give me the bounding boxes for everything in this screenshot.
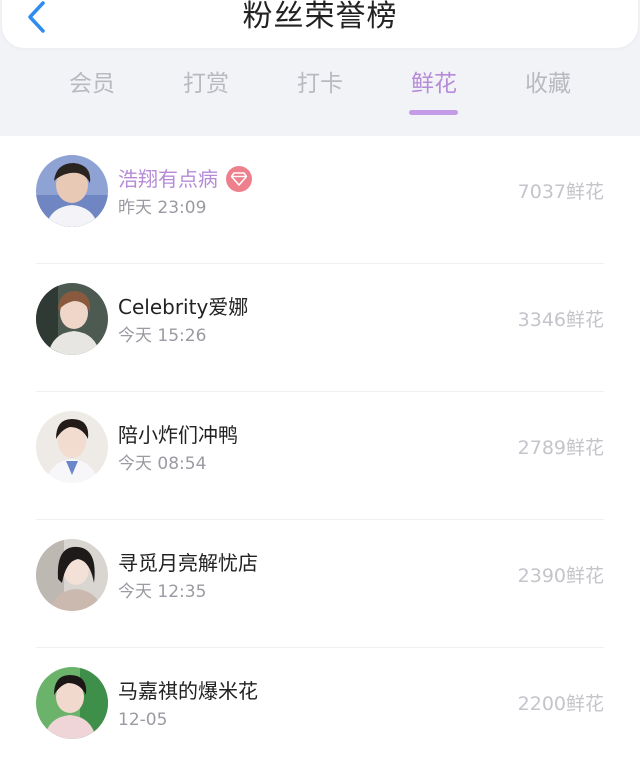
- flower-count: 2390鲜花: [517, 565, 604, 587]
- header-bar: 粉丝荣誉榜: [2, 0, 638, 48]
- timestamp: 今天 12:35: [118, 582, 207, 602]
- user-name: 浩翔有点病: [118, 167, 218, 191]
- tab-bar: 会员 打赏 打卡 鲜花 收藏: [0, 62, 640, 118]
- diamond-icon: [226, 166, 252, 192]
- fans-honor-screen: 粉丝荣誉榜 会员 打赏 打卡 鲜花 收藏 浩翔有点病 昨天 23:09 7037…: [0, 0, 640, 769]
- avatar: [36, 411, 108, 483]
- tab-checkin[interactable]: 打卡: [265, 66, 375, 102]
- tab-member[interactable]: 会员: [37, 66, 147, 102]
- timestamp: 今天 08:54: [118, 454, 207, 474]
- avatar: [36, 283, 108, 355]
- tab-favorites[interactable]: 收藏: [493, 66, 603, 102]
- flower-count: 3346鲜花: [517, 309, 604, 331]
- list-item[interactable]: 马嘉祺的爆米花 12-05 2200鲜花: [0, 648, 640, 769]
- ranking-list: 浩翔有点病 昨天 23:09 7037鲜花 Celebrity爱娜 今天 15:…: [0, 136, 640, 769]
- user-name: 马嘉祺的爆米花: [118, 679, 258, 703]
- list-item[interactable]: 陪小炸们冲鸭 今天 08:54 2789鲜花: [0, 392, 640, 520]
- page-title: 粉丝荣誉榜: [242, 0, 398, 34]
- active-tab-indicator: [409, 110, 458, 115]
- flower-count: 2789鲜花: [517, 437, 604, 459]
- avatar: [36, 667, 108, 739]
- list-item[interactable]: Celebrity爱娜 今天 15:26 3346鲜花: [0, 264, 640, 392]
- user-name: 陪小炸们冲鸭: [118, 423, 238, 447]
- timestamp: 今天 15:26: [118, 326, 207, 346]
- tab-flowers[interactable]: 鲜花: [379, 66, 489, 102]
- avatar: [36, 155, 108, 227]
- tab-tip[interactable]: 打赏: [151, 66, 261, 102]
- flower-count: 7037鲜花: [517, 181, 604, 203]
- user-name: Celebrity爱娜: [118, 295, 249, 319]
- timestamp: 昨天 23:09: [118, 198, 207, 218]
- avatar: [36, 539, 108, 611]
- list-item[interactable]: 寻觅月亮解忧店 今天 12:35 2390鲜花: [0, 520, 640, 648]
- user-name: 寻觅月亮解忧店: [118, 551, 258, 575]
- flower-count: 2200鲜花: [517, 693, 604, 715]
- timestamp: 12-05: [118, 710, 168, 730]
- list-item[interactable]: 浩翔有点病 昨天 23:09 7037鲜花: [0, 136, 640, 264]
